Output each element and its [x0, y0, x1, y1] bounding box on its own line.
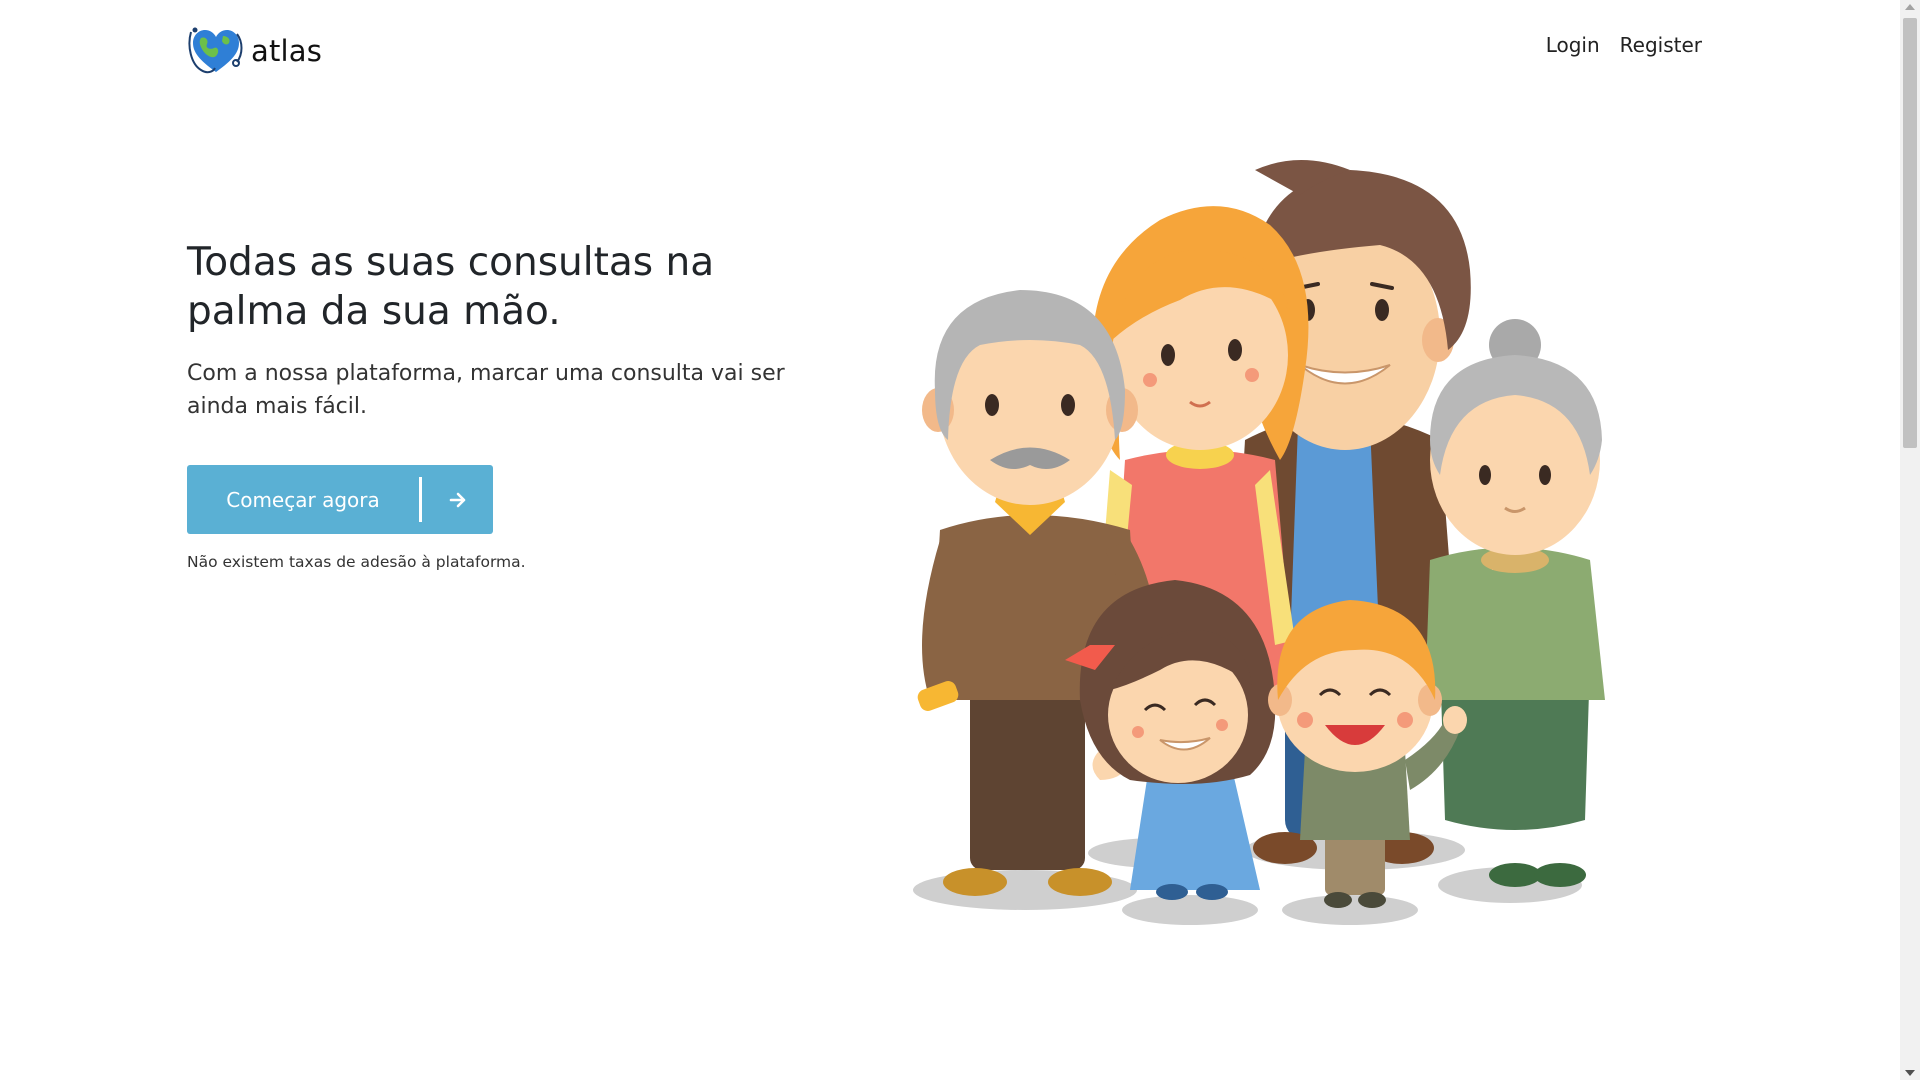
family-illustration	[913, 160, 1605, 925]
membership-note: Não existem taxas de adesão à plataforma…	[187, 553, 526, 571]
arrow-right-icon	[422, 490, 493, 510]
page: atlas Login Register Todas as suas consu…	[0, 0, 1900, 1080]
scroll-up-icon[interactable]	[1905, 4, 1915, 10]
heart-globe-stethoscope-icon	[188, 27, 243, 74]
start-now-label: Começar agora	[226, 487, 380, 512]
grandfather-figure	[917, 290, 1157, 896]
top-nav: Login Register	[1546, 33, 1702, 57]
brand-name: atlas	[251, 34, 323, 68]
brand-link[interactable]: atlas	[187, 24, 322, 78]
register-link[interactable]: Register	[1620, 33, 1702, 57]
start-now-button[interactable]: Começar agora	[187, 465, 493, 534]
scroll-thumb[interactable]	[1903, 18, 1917, 448]
login-link[interactable]: Login	[1546, 33, 1600, 57]
vertical-scrollbar[interactable]	[1900, 0, 1920, 1080]
scroll-down-icon[interactable]	[1905, 1070, 1915, 1076]
grandmother-figure	[1425, 319, 1605, 887]
hero-title: Todas as suas consultas na palma da sua …	[187, 240, 715, 334]
hero-subtitle: Com a nossa plataforma, marcar uma consu…	[187, 361, 785, 419]
